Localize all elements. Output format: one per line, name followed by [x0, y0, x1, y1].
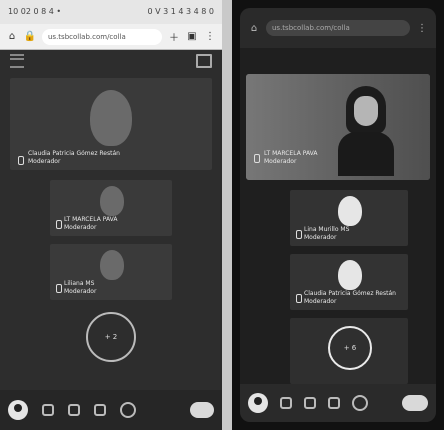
- participant-tile-2[interactable]: Claudia Patricia Gómez Restán Moderador: [290, 254, 408, 310]
- body: [338, 132, 394, 176]
- home-icon[interactable]: ⌂: [6, 31, 18, 43]
- avatar: [100, 186, 124, 216]
- more-participants-counter[interactable]: + 2: [86, 312, 136, 362]
- more-participants-counter[interactable]: + 6: [328, 326, 372, 370]
- mic-icon: [254, 154, 260, 163]
- record-icon[interactable]: [352, 395, 368, 411]
- mic-icon: [296, 230, 302, 239]
- video-tile[interactable]: LT MARCELA PAVA Moderador: [246, 74, 430, 180]
- leave-button[interactable]: [402, 395, 428, 411]
- url-text: us.tsbcollab.com/colla: [48, 32, 126, 41]
- menu-icon[interactable]: [10, 54, 24, 68]
- participant-tile-3[interactable]: + 6: [290, 318, 408, 384]
- participant-tile-2[interactable]: LT MARCELA PAVA Moderador: [50, 180, 172, 236]
- participant-name: Claudia Patricia Gómez Restán: [304, 290, 396, 297]
- participant-tile-1[interactable]: Claudia Patricia Gómez Restán Moderador: [10, 78, 212, 170]
- counter-text: + 2: [104, 333, 118, 341]
- participant-role: Moderador: [28, 158, 61, 165]
- participant-name: Liliana MS: [64, 280, 95, 287]
- browser-toolbar: ⌂ us.tsbcollab.com/colla ⋮: [240, 8, 436, 48]
- participant-video: [338, 86, 394, 176]
- camera-icon[interactable]: [68, 404, 80, 416]
- counter-text: + 6: [343, 344, 357, 352]
- plus-icon[interactable]: ＋: [168, 31, 180, 44]
- participant-name: Lina Murillo MS: [304, 226, 350, 233]
- status-left: 10 02 0 8 4 •: [8, 7, 62, 16]
- participant-tile-1[interactable]: Lina Murillo MS Moderador: [290, 190, 408, 246]
- participant-name: Claudia Patricia Gómez Restán: [28, 150, 120, 157]
- participant-role: Moderador: [304, 234, 337, 241]
- right-phone: ⌂ us.tsbcollab.com/colla ⋮ LT MARCELA PA…: [232, 0, 444, 430]
- meeting-controls: [240, 384, 436, 422]
- browser-toolbar: ⌂ 🔒 us.tsbcollab.com/colla ＋ ▣ ⋮: [0, 24, 222, 50]
- status-right: 0 V 3 1 4 3 4 8 0: [147, 7, 214, 16]
- meeting-area: Claudia Patricia Gómez Restán Moderador …: [0, 50, 222, 390]
- participant-tile-3[interactable]: Liliana MS Moderador: [50, 244, 172, 300]
- avatar: [338, 260, 362, 290]
- avatar: [100, 250, 124, 280]
- address-bar[interactable]: us.tsbcollab.com/colla: [266, 20, 410, 36]
- participant-role: Moderador: [304, 298, 337, 305]
- avatar: [90, 90, 132, 146]
- mic-icon: [296, 294, 302, 303]
- record-icon[interactable]: [120, 402, 136, 418]
- mic-icon: [56, 284, 62, 293]
- url-text: us.tsbcollab.com/colla: [272, 24, 350, 32]
- meeting-controls: [0, 390, 222, 430]
- screen-share-icon[interactable]: [304, 397, 316, 409]
- meeting-area: LT MARCELA PAVA Moderador Lina Murillo M…: [240, 48, 436, 384]
- participant-role: Moderador: [64, 224, 97, 231]
- face: [354, 96, 378, 126]
- status-bar: 10 02 0 8 4 • 0 V 3 1 4 3 4 8 0: [0, 0, 222, 24]
- screenshot-collage: 10 02 0 8 4 • 0 V 3 1 4 3 4 8 0 ⌂ 🔒 us.t…: [0, 0, 444, 430]
- user-avatar-button[interactable]: [248, 393, 268, 413]
- participant-role: Moderador: [264, 158, 297, 165]
- participant-role: Moderador: [64, 288, 97, 295]
- user-avatar-button[interactable]: [8, 400, 28, 420]
- right-phone-screen: ⌂ us.tsbcollab.com/colla ⋮ LT MARCELA PA…: [240, 8, 436, 422]
- mic-icon[interactable]: [42, 404, 54, 416]
- avatar: [338, 196, 362, 226]
- tabs-icon[interactable]: ▣: [186, 31, 198, 43]
- left-phone-screen: 10 02 0 8 4 • 0 V 3 1 4 3 4 8 0 ⌂ 🔒 us.t…: [0, 0, 222, 430]
- participant-name: LT MARCELA PAVA: [64, 216, 118, 223]
- hand-icon[interactable]: [328, 397, 340, 409]
- more-icon[interactable]: ⋮: [416, 22, 428, 34]
- mic-icon[interactable]: [280, 397, 292, 409]
- hand-icon[interactable]: [94, 404, 106, 416]
- mic-icon: [56, 220, 62, 229]
- participant-name: LT MARCELA PAVA: [264, 150, 318, 157]
- lock-icon: 🔒: [23, 31, 37, 42]
- leave-button[interactable]: [190, 402, 214, 418]
- meeting-topbar: [0, 50, 222, 72]
- mic-icon: [18, 156, 24, 165]
- screen-icon[interactable]: [196, 54, 212, 68]
- more-icon[interactable]: ⋮: [204, 31, 216, 43]
- home-icon[interactable]: ⌂: [248, 22, 260, 34]
- address-bar[interactable]: us.tsbcollab.com/colla: [42, 28, 162, 45]
